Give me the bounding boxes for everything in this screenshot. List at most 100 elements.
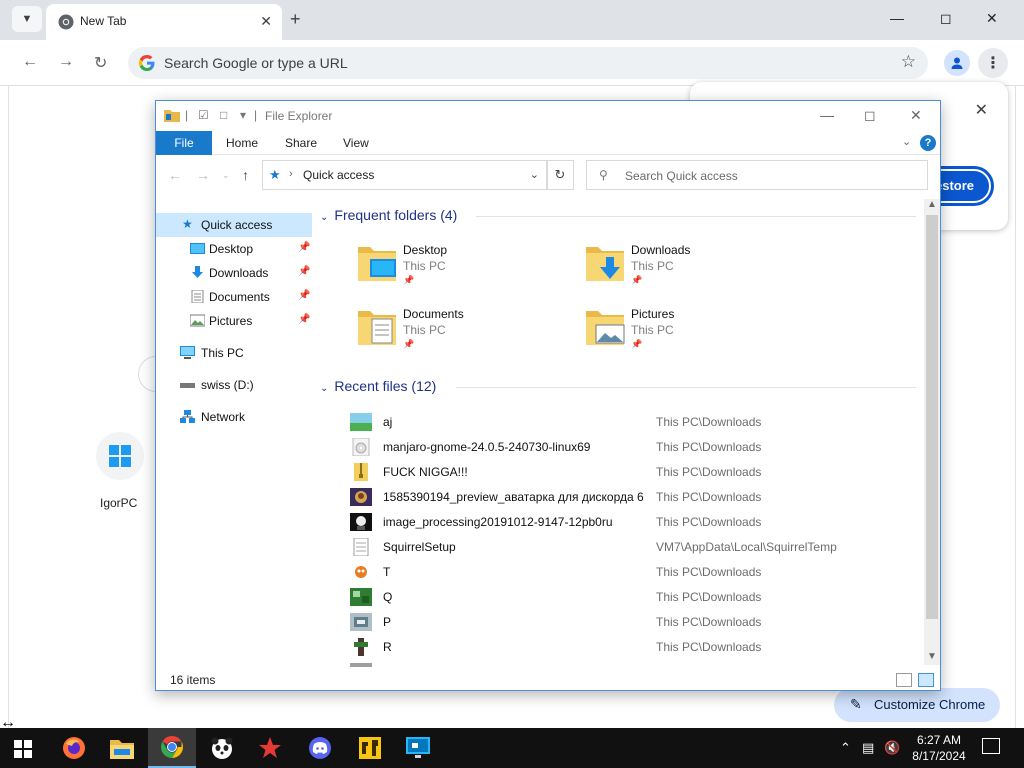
notification-center-icon[interactable]: [982, 738, 1000, 754]
nav-label: Documents: [209, 290, 270, 304]
image-file-icon: [350, 588, 372, 606]
recent-locations-icon[interactable]: ⌄: [222, 170, 230, 181]
nav-item-desktop[interactable]: Desktop 📌: [156, 237, 312, 261]
new-folder-icon[interactable]: □: [220, 108, 227, 122]
refresh-button[interactable]: ↻: [546, 160, 574, 190]
nav-item-this-pc[interactable]: This PC: [156, 341, 312, 365]
section-header-frequent[interactable]: ⌄ Frequent folders (4): [320, 207, 457, 223]
back-button[interactable]: ←: [22, 53, 38, 71]
folder-tile-downloads[interactable]: Downloads This PC 📌: [584, 239, 804, 297]
maximize-button[interactable]: ◻: [864, 107, 876, 124]
minimize-button[interactable]: —: [890, 10, 904, 26]
folder-tile-pictures[interactable]: Pictures This PC 📌: [584, 303, 804, 361]
pencil-icon: ✎: [850, 696, 862, 712]
tab-home[interactable]: Home: [226, 131, 258, 155]
file-row[interactable]: Q This PC\Downloads: [346, 585, 926, 610]
close-icon[interactable]: ✕: [260, 13, 272, 30]
taskbar-app[interactable]: [246, 728, 294, 768]
chevron-down-icon[interactable]: ⌄: [530, 168, 539, 181]
section-header-recent[interactable]: ⌄ Recent files (12): [320, 378, 436, 394]
tab-file[interactable]: File: [156, 131, 212, 155]
file-row[interactable]: aj This PC\Downloads: [346, 410, 926, 435]
file-row[interactable]: P This PC\Downloads: [346, 610, 926, 635]
volume-muted-icon[interactable]: 🔇: [884, 740, 900, 756]
quick-access-icon: ★: [269, 167, 281, 182]
nav-item-documents[interactable]: Documents 📌: [156, 285, 312, 309]
nav-item-swiss-drive[interactable]: swiss (D:): [156, 373, 312, 397]
chrome-toolbar: ← → ↻ Search Google or type a URL ☆ ⋮: [0, 40, 1024, 86]
profile-button[interactable]: [944, 50, 970, 76]
star-icon[interactable]: ☆: [901, 52, 916, 72]
vertical-scrollbar[interactable]: ▲ ▼: [924, 199, 940, 665]
close-icon[interactable]: ✕: [975, 100, 988, 120]
chevron-up-icon[interactable]: ⌃: [840, 740, 851, 756]
forward-button[interactable]: →: [58, 53, 74, 71]
image-file-icon: [350, 563, 372, 581]
tab-search-button[interactable]: ▼: [12, 6, 42, 32]
file-row-partial[interactable]: [346, 660, 926, 667]
help-icon[interactable]: ?: [920, 135, 936, 151]
file-row[interactable]: R This PC\Downloads: [346, 635, 926, 660]
taskbar-app[interactable]: [98, 728, 146, 768]
chrome-tab[interactable]: New Tab ✕: [46, 4, 282, 40]
shortcut-label: IgorPC: [100, 496, 138, 510]
address-bar[interactable]: ★ › Quick access ⌄: [262, 160, 548, 190]
nav-item-pictures[interactable]: Pictures 📌: [156, 309, 312, 333]
customize-chrome-button[interactable]: ✎ Customize Chrome: [834, 688, 1000, 722]
maximize-button[interactable]: ◻: [940, 10, 952, 27]
desktop-folder-icon: [358, 247, 396, 281]
chrome-menu-button[interactable]: ⋮: [978, 48, 1008, 78]
reload-button[interactable]: ↻: [94, 53, 107, 73]
start-button[interactable]: [14, 740, 32, 758]
file-row[interactable]: image_processing20191012-9147-12pb0ru Th…: [346, 510, 926, 535]
search-box[interactable]: ⚲: [586, 160, 928, 190]
taskbar-app[interactable]: [346, 728, 394, 768]
shortcut-tile-igorpc[interactable]: [96, 432, 144, 480]
pictures-icon: [190, 314, 205, 327]
file-explorer-icon: [110, 740, 134, 759]
folder-tile-desktop[interactable]: Desktop This PC 📌: [356, 239, 576, 297]
back-button[interactable]: ←: [168, 167, 182, 183]
scroll-down-icon[interactable]: ▼: [927, 651, 937, 662]
tab-view[interactable]: View: [343, 131, 369, 155]
network-icon: [180, 410, 195, 423]
details-view-icon[interactable]: [896, 673, 912, 687]
taskbar-app[interactable]: [296, 728, 344, 768]
taskbar-app[interactable]: [198, 728, 246, 768]
close-window-button[interactable]: ✕: [910, 107, 922, 124]
large-icons-view-icon[interactable]: [918, 673, 934, 687]
explorer-titlebar[interactable]: | ☑ □ ▾ | File Explorer — ◻ ✕: [156, 101, 940, 131]
folder-tile-documents[interactable]: Documents This PC 📌: [356, 303, 576, 361]
customize-qat-icon[interactable]: ▾: [240, 108, 246, 122]
tab-share[interactable]: Share: [285, 131, 317, 155]
close-window-button[interactable]: ✕: [986, 10, 998, 27]
taskbar-app[interactable]: [50, 728, 98, 768]
file-row[interactable]: 1585390194_preview_аватарка для дискорда…: [346, 485, 926, 510]
omnibox[interactable]: Search Google or type a URL ☆: [128, 47, 928, 79]
search-input[interactable]: [625, 167, 915, 185]
network-status-icon[interactable]: ▤: [862, 740, 874, 756]
image-file-icon: [354, 638, 368, 656]
properties-icon[interactable]: ☑: [198, 108, 209, 122]
clock[interactable]: 6:27 AM 8/17/2024: [904, 732, 974, 764]
nav-item-downloads[interactable]: Downloads 📌: [156, 261, 312, 285]
forward-button[interactable]: →: [196, 167, 210, 183]
file-row[interactable]: T This PC\Downloads: [346, 560, 926, 585]
drive-icon: [180, 383, 195, 388]
nav-item-quick-access[interactable]: ★ Quick access: [156, 213, 312, 237]
up-button[interactable]: ↑: [242, 167, 249, 183]
expand-ribbon-icon[interactable]: ⌄: [902, 135, 911, 148]
new-tab-button[interactable]: +: [290, 9, 301, 30]
section-title: Frequent folders (4): [334, 207, 458, 223]
minimize-button[interactable]: —: [820, 107, 834, 123]
file-row[interactable]: manjaro-gnome-24.0.5-240730-linux69 This…: [346, 435, 926, 460]
file-name: aj: [383, 415, 393, 429]
taskbar-app[interactable]: [148, 728, 196, 768]
file-row[interactable]: FUCK NIGGA!!! This PC\Downloads: [346, 460, 926, 485]
scroll-thumb[interactable]: [926, 215, 938, 619]
taskbar-app[interactable]: [394, 728, 442, 768]
folder-location: This PC: [403, 323, 446, 337]
file-row[interactable]: SquirrelSetup VM7\AppData\Local\Squirrel…: [346, 535, 926, 560]
scroll-up-icon[interactable]: ▲: [927, 199, 937, 210]
nav-item-network[interactable]: Network: [156, 405, 312, 429]
